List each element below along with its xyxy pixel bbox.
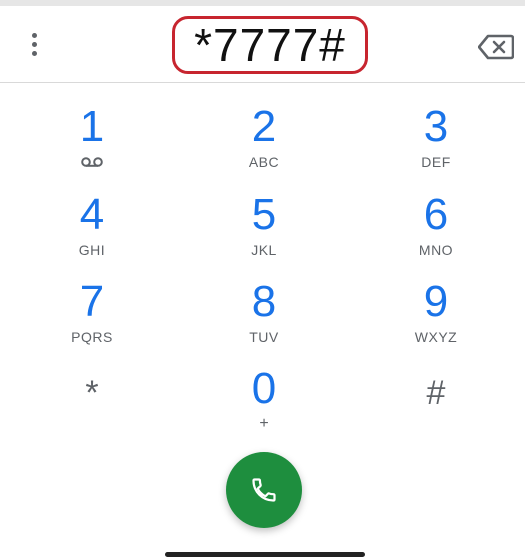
key-star[interactable]: * bbox=[32, 356, 152, 436]
key-digit: 8 bbox=[251, 277, 277, 326]
key-digit: 6 bbox=[423, 190, 449, 239]
key-hash[interactable]: # bbox=[376, 356, 496, 436]
key-letters: ABC bbox=[248, 154, 280, 170]
key-digit: 9 bbox=[423, 277, 449, 326]
key-2[interactable]: 2 ABC bbox=[204, 102, 324, 182]
menu-dot bbox=[31, 41, 37, 47]
gesture-nav-bar[interactable] bbox=[165, 552, 365, 557]
key-digit: 3 bbox=[423, 102, 449, 151]
key-letters: MNO bbox=[418, 242, 454, 258]
key-letters: JKL bbox=[251, 242, 277, 258]
key-7[interactable]: 7 PQRS bbox=[32, 277, 152, 357]
key-6[interactable]: 6 MNO bbox=[376, 190, 496, 270]
key-digit: 1 bbox=[79, 102, 105, 151]
key-symbol: # bbox=[426, 374, 446, 412]
dialer-header: *7777# bbox=[0, 6, 525, 83]
dialed-number-text: *7777# bbox=[194, 19, 346, 71]
key-1[interactable]: 1 bbox=[32, 102, 152, 182]
key-5[interactable]: 5 JKL bbox=[204, 190, 324, 270]
key-9[interactable]: 9 WXYZ bbox=[376, 277, 496, 357]
key-digit: 4 bbox=[79, 190, 105, 239]
menu-dot bbox=[31, 50, 37, 56]
key-letters: WXYZ bbox=[414, 329, 458, 345]
call-button[interactable] bbox=[226, 452, 302, 528]
key-letters: GHI bbox=[78, 242, 106, 258]
key-3[interactable]: 3 DEF bbox=[376, 102, 496, 182]
backspace-icon[interactable] bbox=[478, 34, 514, 60]
voicemail-icon bbox=[81, 157, 103, 167]
menu-dot bbox=[31, 32, 37, 38]
key-symbol: * bbox=[85, 374, 99, 412]
key-0[interactable]: 0 + bbox=[204, 364, 324, 444]
key-letters: DEF bbox=[421, 154, 451, 170]
key-digit: 5 bbox=[251, 190, 277, 239]
key-8[interactable]: 8 TUV bbox=[204, 277, 324, 357]
dialed-number-field[interactable]: *7777# bbox=[172, 16, 368, 74]
key-digit: 0 bbox=[251, 364, 277, 413]
key-4[interactable]: 4 GHI bbox=[32, 190, 152, 270]
key-letters: PQRS bbox=[71, 329, 113, 345]
key-letters: + bbox=[259, 415, 269, 432]
key-letters: TUV bbox=[249, 329, 279, 345]
phone-icon bbox=[252, 478, 276, 502]
more-vert-icon[interactable] bbox=[22, 28, 46, 60]
key-digit: 2 bbox=[251, 102, 277, 151]
key-digit: 7 bbox=[79, 277, 105, 326]
